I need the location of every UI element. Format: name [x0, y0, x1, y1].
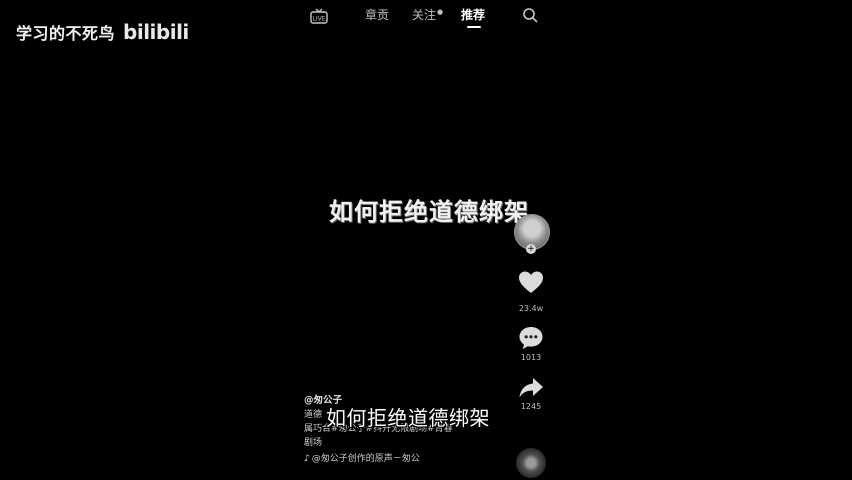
tab-local[interactable]: 章贡: [365, 6, 389, 23]
heart-icon[interactable]: [518, 270, 544, 296]
active-tab-indicator: [467, 26, 481, 28]
tab-recommended[interactable]: 推荐: [461, 6, 485, 23]
music-disc-icon[interactable]: [516, 448, 546, 478]
video-subtitle: 如何拒绝道德绑架: [326, 406, 490, 430]
caption-line: 剧场: [304, 438, 323, 448]
video-player-screen: 学习的不死鸟 bilibili LIVE 章贡 关注● 推荐 如何拒绝道德绑架 …: [0, 0, 852, 480]
svg-text:LIVE: LIVE: [312, 16, 325, 23]
top-nav: LIVE 章贡 关注● 推荐: [310, 6, 550, 28]
bilibili-logo: bilibili: [123, 20, 189, 44]
uploader-watermark: 学习的不死鸟 bilibili: [16, 20, 189, 44]
new-content-dot: ●: [437, 8, 444, 16]
comment-icon[interactable]: [518, 325, 544, 351]
follow-button[interactable]: +: [526, 244, 536, 254]
search-icon[interactable]: [522, 7, 538, 23]
comment-count: 1013: [520, 353, 542, 362]
tab-following-label: 关注: [412, 8, 437, 22]
channel-name: 学习的不死鸟: [16, 24, 116, 43]
music-note-icon: ♪: [304, 454, 310, 464]
tab-following[interactable]: 关注●: [412, 6, 443, 23]
live-tv-icon[interactable]: LIVE: [310, 8, 328, 24]
music-info[interactable]: ♪ @匆公子创作的原声－匆公: [304, 452, 514, 466]
like-count: 23.4w: [518, 304, 544, 313]
share-arrow-icon[interactable]: [518, 375, 544, 401]
music-title: @匆公子创作的原声－匆公: [311, 454, 420, 464]
